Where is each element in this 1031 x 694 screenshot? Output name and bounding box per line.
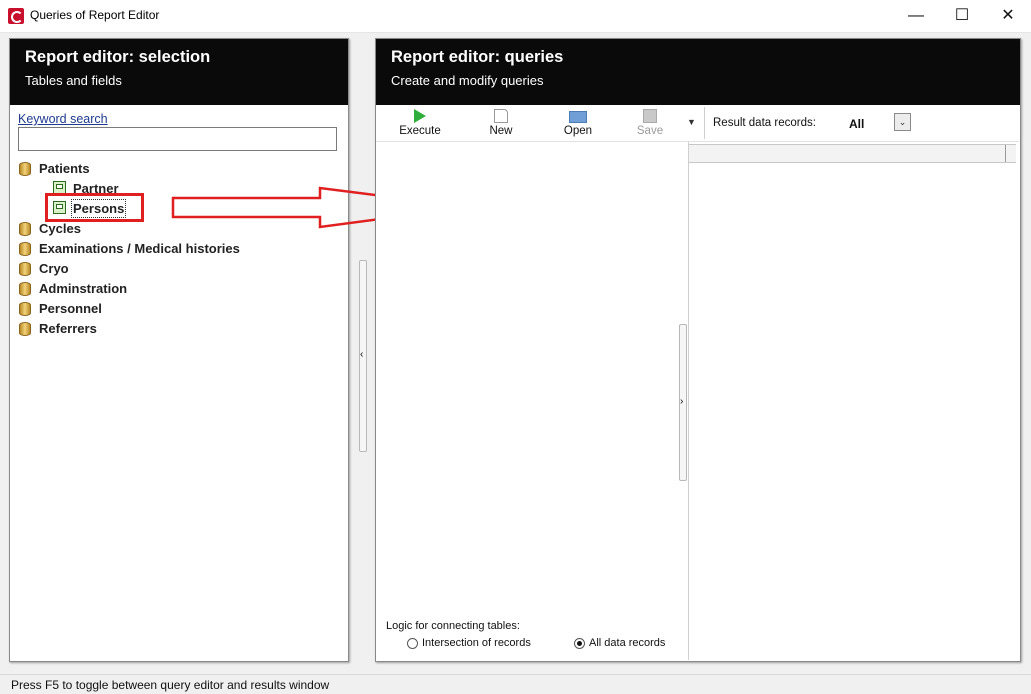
results-grid[interactable] — [688, 142, 1019, 660]
status-text: Press F5 to toggle between query editor … — [11, 678, 330, 692]
open-label: Open — [563, 125, 593, 137]
keyword-search-label: Keyword search — [18, 112, 108, 126]
selection-panel-title: Report editor: selection — [25, 48, 211, 66]
open-button[interactable]: Open — [548, 105, 608, 141]
new-document-icon — [494, 109, 508, 123]
tree-item-label: Personnel — [39, 301, 102, 316]
collapse-left-icon[interactable]: ‹ — [360, 349, 363, 360]
app-logo-icon — [8, 8, 24, 24]
minimize-button[interactable]: — — [893, 0, 939, 32]
radio-circle[interactable] — [407, 638, 418, 649]
status-bar: Press F5 to toggle between query editor … — [0, 674, 1031, 694]
grid-header-row — [689, 144, 1016, 163]
selection-panel: Report editor: selection Tables and fiel… — [9, 38, 349, 662]
annotation-highlight-box — [45, 193, 144, 222]
database-icon — [19, 162, 31, 176]
right-splitter-handle[interactable]: › — [679, 324, 687, 481]
tree-item-label: Examinations / Medical histories — [39, 241, 240, 256]
save-button[interactable]: Save — [620, 105, 680, 141]
queries-panel-title: Report editor: queries — [391, 48, 564, 66]
tree-item-label: Adminstration — [39, 281, 128, 296]
new-label: New — [489, 125, 513, 137]
tree-item-label: Referrers — [39, 321, 97, 336]
open-folder-icon — [569, 111, 587, 123]
execute-label: Execute — [399, 125, 441, 137]
radio-label: All data records — [589, 637, 666, 649]
logic-label: Logic for connecting tables: — [386, 620, 520, 632]
radio-circle-selected[interactable] — [574, 638, 585, 649]
radio-label: Intersection of records — [422, 637, 531, 649]
window-title: Queries of Report Editor — [30, 8, 160, 22]
database-icon — [19, 222, 31, 236]
toolbar-separator — [704, 107, 705, 139]
tree-item-label: Cryo — [39, 261, 69, 276]
save-label: Save — [636, 125, 664, 137]
database-icon — [19, 262, 31, 276]
close-button[interactable]: ✕ — [985, 0, 1031, 32]
title-bar: Queries of Report Editor — ☐ ✕ — [0, 0, 1031, 33]
database-icon — [19, 302, 31, 316]
database-icon — [19, 322, 31, 336]
query-toolbar: Execute New Open Save ▼ Result data reco… — [376, 105, 1019, 142]
maximize-button[interactable]: ☐ — [939, 0, 985, 32]
new-button[interactable]: New — [471, 105, 531, 141]
result-records-label: Result data records: — [713, 117, 816, 129]
tree-item-label: Cycles — [39, 221, 81, 236]
selection-panel-subtitle: Tables and fields — [25, 73, 122, 88]
database-icon — [19, 242, 31, 256]
expand-right-icon[interactable]: › — [680, 396, 683, 407]
queries-panel-header: Report editor: queries Create and modify… — [376, 39, 1020, 105]
left-splitter-handle[interactable]: ‹ — [359, 260, 367, 452]
result-records-value[interactable]: All — [849, 117, 864, 131]
result-records-dropdown-button[interactable]: ⌄ — [894, 113, 911, 131]
queries-panel-subtitle: Create and modify queries — [391, 73, 544, 88]
database-icon — [19, 282, 31, 296]
column-divider[interactable] — [1005, 145, 1006, 162]
play-icon — [414, 109, 426, 123]
keyword-search-input[interactable] — [18, 127, 337, 151]
floppy-disk-icon — [643, 109, 657, 123]
chevron-down-icon: ⌄ — [898, 117, 907, 127]
toolbar-overflow-caret-icon[interactable]: ▼ — [687, 117, 696, 127]
selection-panel-header: Report editor: selection Tables and fiel… — [10, 39, 348, 105]
execute-button[interactable]: Execute — [390, 105, 450, 141]
tree-item-label: Patients — [39, 161, 90, 176]
